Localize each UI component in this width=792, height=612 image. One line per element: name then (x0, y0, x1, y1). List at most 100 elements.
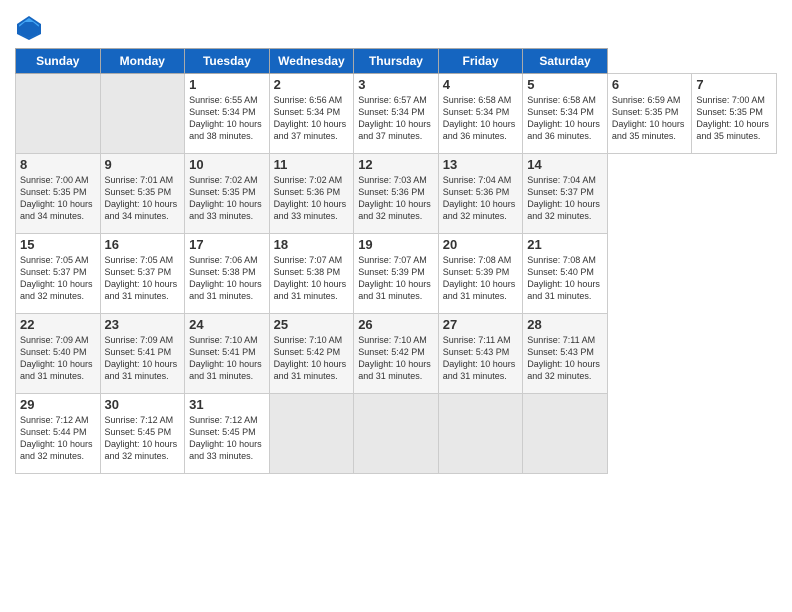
day-header-thursday: Thursday (354, 49, 439, 74)
day-number: 8 (20, 157, 96, 172)
calendar-cell (269, 394, 354, 474)
day-number: 10 (189, 157, 265, 172)
day-number: 2 (274, 77, 350, 92)
day-header-sunday: Sunday (16, 49, 101, 74)
calendar-cell: 8 Sunrise: 7:00 AM Sunset: 5:35 PM Daylig… (16, 154, 101, 234)
day-number: 29 (20, 397, 96, 412)
calendar-cell: 3 Sunrise: 6:57 AM Sunset: 5:34 PM Daylig… (354, 74, 439, 154)
calendar-cell: 18 Sunrise: 7:07 AM Sunset: 5:38 PM Dayli… (269, 234, 354, 314)
calendar-cell: 19Sunrise: 7:07 AM Sunset: 5:39 PM Dayli… (354, 234, 439, 314)
calendar-container: SundayMondayTuesdayWednesdayThursdayFrid… (0, 0, 792, 484)
calendar-cell: 2 Sunrise: 6:56 AM Sunset: 5:34 PM Daylig… (269, 74, 354, 154)
day-number: 25 (274, 317, 350, 332)
day-content: Sunrise: 7:05 AM Sunset: 5:37 PM Dayligh… (20, 254, 96, 303)
day-number: 17 (189, 237, 265, 252)
day-number: 1 (189, 77, 265, 92)
day-number: 31 (189, 397, 265, 412)
calendar-cell (438, 394, 523, 474)
day-number: 14 (527, 157, 603, 172)
calendar-cell (354, 394, 439, 474)
day-content: Sunrise: 7:08 AM Sunset: 5:40 PM Dayligh… (527, 254, 603, 303)
calendar-cell: 11 Sunrise: 7:02 AM Sunset: 5:36 PM Dayli… (269, 154, 354, 234)
day-number: 18 (274, 237, 350, 252)
calendar-cell: 6 Sunrise: 6:59 AM Sunset: 5:35 PM Daylig… (607, 74, 692, 154)
day-number: 7 (696, 77, 772, 92)
day-number: 22 (20, 317, 96, 332)
day-content: Sunrise: 7:12 AM Sunset: 5:44 PM Dayligh… (20, 414, 96, 463)
calendar-cell: 20 Sunrise: 7:08 AM Sunset: 5:39 PM Dayli… (438, 234, 523, 314)
day-number: 30 (105, 397, 181, 412)
day-content: Sunrise: 7:10 AM Sunset: 5:42 PM Dayligh… (358, 334, 434, 383)
day-number: 9 (105, 157, 181, 172)
calendar-cell: 23 Sunrise: 7:09 AM Sunset: 5:41 PM Dayli… (100, 314, 185, 394)
day-content: Sunrise: 7:02 AM Sunset: 5:36 PM Dayligh… (274, 174, 350, 223)
day-content: Sunrise: 7:07 AM Sunset: 5:38 PM Dayligh… (274, 254, 350, 303)
day-content: Sunrise: 7:12 AM Sunset: 5:45 PM Dayligh… (189, 414, 265, 463)
day-content: Sunrise: 7:05 AM Sunset: 5:37 PM Dayligh… (105, 254, 181, 303)
day-content: Sunrise: 7:11 AM Sunset: 5:43 PM Dayligh… (443, 334, 519, 383)
week-row-5: 29 Sunrise: 7:12 AM Sunset: 5:44 PM Dayli… (16, 394, 777, 474)
day-content: Sunrise: 7:04 AM Sunset: 5:36 PM Dayligh… (443, 174, 519, 223)
week-row-4: 22 Sunrise: 7:09 AM Sunset: 5:40 PM Dayli… (16, 314, 777, 394)
day-number: 26 (358, 317, 434, 332)
day-content: Sunrise: 7:06 AM Sunset: 5:38 PM Dayligh… (189, 254, 265, 303)
day-number: 27 (443, 317, 519, 332)
day-header-tuesday: Tuesday (185, 49, 270, 74)
calendar-cell (523, 394, 608, 474)
day-content: Sunrise: 7:07 AM Sunset: 5:39 PM Dayligh… (358, 254, 434, 303)
day-content: Sunrise: 7:03 AM Sunset: 5:36 PM Dayligh… (358, 174, 434, 223)
header-row: SundayMondayTuesdayWednesdayThursdayFrid… (16, 49, 777, 74)
calendar-cell: 24 Sunrise: 7:10 AM Sunset: 5:41 PM Dayli… (185, 314, 270, 394)
calendar-cell: 21 Sunrise: 7:08 AM Sunset: 5:40 PM Dayli… (523, 234, 608, 314)
day-number: 28 (527, 317, 603, 332)
day-header-wednesday: Wednesday (269, 49, 354, 74)
day-content: Sunrise: 7:09 AM Sunset: 5:40 PM Dayligh… (20, 334, 96, 383)
logo (15, 14, 47, 42)
day-content: Sunrise: 7:02 AM Sunset: 5:35 PM Dayligh… (189, 174, 265, 223)
calendar-cell (16, 74, 101, 154)
calendar-cell: 9 Sunrise: 7:01 AM Sunset: 5:35 PM Daylig… (100, 154, 185, 234)
day-content: Sunrise: 6:56 AM Sunset: 5:34 PM Dayligh… (274, 94, 350, 143)
day-content: Sunrise: 7:01 AM Sunset: 5:35 PM Dayligh… (105, 174, 181, 223)
day-content: Sunrise: 6:59 AM Sunset: 5:35 PM Dayligh… (612, 94, 688, 143)
day-number: 3 (358, 77, 434, 92)
calendar-cell: 31 Sunrise: 7:12 AM Sunset: 5:45 PM Dayli… (185, 394, 270, 474)
week-row-3: 15Sunrise: 7:05 AM Sunset: 5:37 PM Dayli… (16, 234, 777, 314)
day-content: Sunrise: 6:58 AM Sunset: 5:34 PM Dayligh… (527, 94, 603, 143)
day-number: 23 (105, 317, 181, 332)
week-row-1: 1 Sunrise: 6:55 AM Sunset: 5:34 PM Daylig… (16, 74, 777, 154)
day-content: Sunrise: 7:12 AM Sunset: 5:45 PM Dayligh… (105, 414, 181, 463)
calendar-cell: 30 Sunrise: 7:12 AM Sunset: 5:45 PM Dayli… (100, 394, 185, 474)
day-number: 4 (443, 77, 519, 92)
header (15, 10, 777, 42)
day-content: Sunrise: 6:58 AM Sunset: 5:34 PM Dayligh… (443, 94, 519, 143)
day-content: Sunrise: 7:00 AM Sunset: 5:35 PM Dayligh… (696, 94, 772, 143)
day-content: Sunrise: 6:55 AM Sunset: 5:34 PM Dayligh… (189, 94, 265, 143)
calendar-cell: 7 Sunrise: 7:00 AM Sunset: 5:35 PM Daylig… (692, 74, 777, 154)
calendar-cell: 4 Sunrise: 6:58 AM Sunset: 5:34 PM Daylig… (438, 74, 523, 154)
day-content: Sunrise: 6:57 AM Sunset: 5:34 PM Dayligh… (358, 94, 434, 143)
day-content: Sunrise: 7:10 AM Sunset: 5:41 PM Dayligh… (189, 334, 265, 383)
day-number: 13 (443, 157, 519, 172)
calendar-cell: 14 Sunrise: 7:04 AM Sunset: 5:37 PM Dayli… (523, 154, 608, 234)
calendar-cell: 16Sunrise: 7:05 AM Sunset: 5:37 PM Dayli… (100, 234, 185, 314)
calendar-cell: 5Sunrise: 6:58 AM Sunset: 5:34 PM Daylig… (523, 74, 608, 154)
day-number: 12 (358, 157, 434, 172)
day-number: 21 (527, 237, 603, 252)
calendar-cell: 10 Sunrise: 7:02 AM Sunset: 5:35 PM Dayli… (185, 154, 270, 234)
day-content: Sunrise: 7:11 AM Sunset: 5:43 PM Dayligh… (527, 334, 603, 383)
day-content: Sunrise: 7:10 AM Sunset: 5:42 PM Dayligh… (274, 334, 350, 383)
day-number: 20 (443, 237, 519, 252)
calendar-cell: 15Sunrise: 7:05 AM Sunset: 5:37 PM Dayli… (16, 234, 101, 314)
calendar-cell: 27 Sunrise: 7:11 AM Sunset: 5:43 PM Dayli… (438, 314, 523, 394)
day-content: Sunrise: 7:09 AM Sunset: 5:41 PM Dayligh… (105, 334, 181, 383)
day-content: Sunrise: 7:04 AM Sunset: 5:37 PM Dayligh… (527, 174, 603, 223)
calendar-table: SundayMondayTuesdayWednesdayThursdayFrid… (15, 48, 777, 474)
day-content: Sunrise: 7:00 AM Sunset: 5:35 PM Dayligh… (20, 174, 96, 223)
day-number: 11 (274, 157, 350, 172)
day-header-friday: Friday (438, 49, 523, 74)
day-number: 24 (189, 317, 265, 332)
calendar-cell: 26 Sunrise: 7:10 AM Sunset: 5:42 PM Dayli… (354, 314, 439, 394)
day-number: 6 (612, 77, 688, 92)
day-content: Sunrise: 7:08 AM Sunset: 5:39 PM Dayligh… (443, 254, 519, 303)
